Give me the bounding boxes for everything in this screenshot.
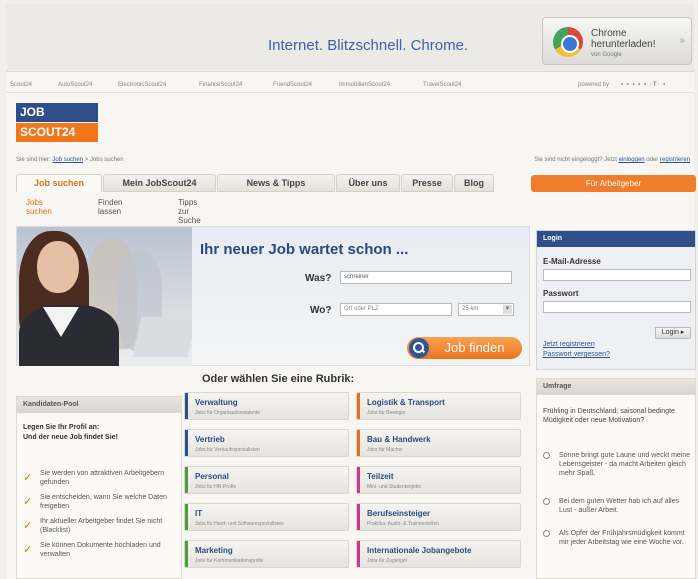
tab-news-tipps[interactable]: News & Tipps [217,174,335,192]
wo-label: Wo? [310,305,332,316]
poll-title: Umfrage [537,379,695,395]
poll-box: Umfrage Frühling in Deutschland: saisona… [536,378,696,579]
category-vertrieb[interactable]: Vertrieb Jobs für Verkaufsspezialisten [184,429,349,457]
network-bar: Scout24 AutoScout24 ElectronicScout24 Fi… [6,79,694,93]
tab-job-suchen[interactable]: Job suchen [16,174,102,192]
radio-button[interactable] [543,452,550,459]
network-link-financescout24[interactable]: FinanceScout24 [199,82,242,88]
email-field[interactable] [543,269,691,281]
checkmark-icon: ✓ [23,496,33,508]
tab-blog[interactable]: Blog [454,174,494,192]
login-title: Login [537,231,695,247]
logo-scout24[interactable]: SCOUT24 [16,123,98,142]
pool-intro: Legen Sie Ihr Profil an: Und der neue Job… [23,424,118,441]
chrome-subtitle: von Google [591,52,622,58]
category-logistik-transport[interactable]: Logistik & Transport Jobs für Beweger [356,392,521,420]
tab-mein-jobscout24[interactable]: Mein JobScout24 [103,174,216,192]
tab-presse[interactable]: Presse [401,174,453,192]
page: Internet. Blitzschnell. Chrome. Chrome he… [6,4,696,579]
job-finden-button[interactable]: Job finden [407,337,522,359]
category-it[interactable]: IT Jobs für Hard- und Softwarespezialist… [184,503,349,531]
register-now-link[interactable]: Jetzt registrieren [543,341,595,348]
powered-by-label: powered by [578,82,610,88]
checkmark-icon: ✓ [23,520,33,532]
job-search-panel: Ihr neuer Job wartet schon ... Was? schr… [16,226,530,366]
ad-slogan[interactable]: Internet. Blitzschnell. Chrome. [268,37,468,54]
radio-button[interactable] [543,530,550,537]
chrome-title: Chrome herunterladen! [591,28,656,50]
checkmark-icon: ✓ [23,472,33,484]
login-link[interactable]: einloggen [619,157,645,163]
chevron-right-icon: » [679,35,685,46]
category-internationale-jobangebote[interactable]: Internationale Jobangebote Jobs für Zugv… [356,540,521,568]
network-link-electronicscout24[interactable]: ElectronicScout24 [118,82,166,88]
tab-ueber-uns[interactable]: Über uns [336,174,400,192]
password-field[interactable] [543,301,691,313]
email-label: E-Mail-Adresse [543,257,601,266]
telekom-logo[interactable]: • • • • • ·T· • [621,82,666,88]
subnav-jobs-suchen[interactable]: Jobs suchen [26,198,52,216]
network-link-autoscout24[interactable]: AutoScout24 [58,82,92,88]
poll-question: Frühling in Deutschland: saisonal beding… [543,408,675,424]
category-marketing[interactable]: Marketing Jobs für Kommunikationsprofis [184,540,349,568]
hero-photo [17,227,192,366]
chevron-down-icon: ▼ [503,305,512,314]
login-button[interactable]: Login ▸ [655,327,691,339]
forgot-password-link[interactable]: Passwort vergessen? [543,351,610,358]
login-box: Login E-Mail-Adresse Passwort Login ▸ Je… [536,230,696,370]
was-label: Was? [305,273,332,284]
category-berufseinsteiger[interactable]: Berufseinsteiger Praktika, Ausbi- & Trai… [356,503,521,531]
radio-button[interactable] [543,498,550,505]
category-verwaltung[interactable]: Verwaltung Jobs für Organisationstalente [184,392,349,420]
category-teilzeit[interactable]: Teilzeit Mini- und Studentenjobs [356,466,521,494]
subnav-tipps-zur-suche[interactable]: Tipps zur Suche [178,198,201,225]
logo-job[interactable]: JOB [16,103,98,122]
kandidaten-pool-box: Kandidaten-Pool Legen Sie Ihr Profil an:… [16,396,182,579]
subnav-finden-lassen[interactable]: Finden lassen [98,198,122,216]
checkmark-icon: ✓ [23,544,33,556]
rubrik-title: Oder wählen Sie eine Rubrik: [202,373,355,385]
category-bau-handwerk[interactable]: Bau & Handwerk Jobs für Macher [356,429,521,457]
ad-banner[interactable]: Internet. Blitzschnell. Chrome. Chrome he… [6,4,694,72]
network-link-immobilienscout24[interactable]: ImmobilienScout24 [339,82,390,88]
chrome-download-button[interactable]: Chrome herunterladen! von Google » [542,17,692,65]
chrome-logo-icon [553,27,583,57]
tab-fuer-arbeitgeber[interactable]: Für Arbeitgeber [531,175,696,192]
category-personal[interactable]: Personal Jobs für HR-Profis [184,466,349,494]
network-link-friendscout24[interactable]: FriendScout24 [273,82,312,88]
register-link[interactable]: registrieren [660,157,690,163]
breadcrumb-link-job-suchen[interactable]: Job suchen [52,157,83,163]
radius-select[interactable]: 25 km ▼ [458,303,514,316]
search-icon [409,338,429,358]
pool-title: Kandidaten-Pool [17,397,181,413]
password-label: Passwort [543,289,579,298]
network-link-scout24[interactable]: Scout24 [10,82,32,88]
breadcrumb: Sie sind hier: Job suchen > Jobs suchen [16,157,124,163]
was-input[interactable]: schreiner [340,271,512,284]
login-status: Sie sind nicht eingeloggt? Jetzt einlogg… [534,157,690,163]
wo-input[interactable]: Ort oder PLZ [340,303,452,316]
network-link-travelscout24[interactable]: TravelScout24 [423,82,461,88]
hero-title: Ihr neuer Job wartet schon ... [200,241,409,258]
